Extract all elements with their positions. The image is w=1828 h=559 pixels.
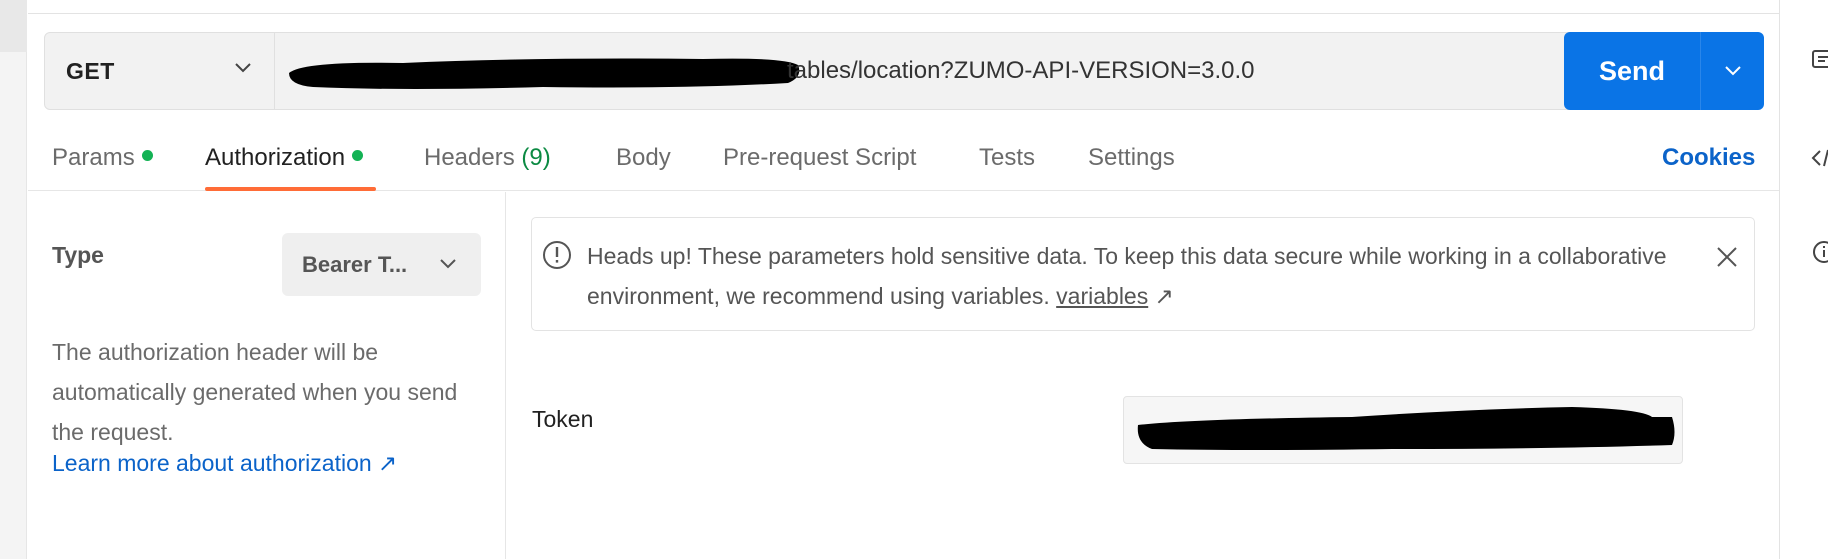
- header-count: (9): [521, 144, 551, 171]
- sensitive-data-notice: Heads up! These parameters hold sensitiv…: [531, 217, 1755, 331]
- token-input[interactable]: [1123, 396, 1683, 464]
- tab-label: Params: [52, 144, 135, 171]
- request-tabs: Params Authorization Headers (9) Body Pr…: [28, 130, 1779, 191]
- send-button[interactable]: Send: [1564, 32, 1700, 110]
- tab-body[interactable]: Body: [616, 144, 671, 172]
- tab-label: Pre-request Script: [723, 144, 917, 171]
- tab-tests[interactable]: Tests: [979, 144, 1035, 172]
- tab-label: Settings: [1088, 144, 1175, 171]
- tab-params[interactable]: Params: [52, 144, 153, 172]
- type-label: Type: [52, 242, 104, 268]
- url-text: tables/location?ZUMO-API-VERSION=3.0.0: [787, 57, 1255, 84]
- tab-headers[interactable]: Headers (9): [424, 144, 551, 172]
- chevron-down-icon: [1724, 66, 1741, 76]
- auth-type-value: Bearer T...: [302, 251, 408, 277]
- send-button-group: Send: [1564, 32, 1764, 110]
- learn-more-link[interactable]: Learn more about authorization ↗: [52, 450, 397, 477]
- auth-help-text: The authorization header will be automat…: [52, 339, 458, 445]
- top-divider: [28, 13, 1779, 14]
- info-icon[interactable]: [1810, 240, 1828, 264]
- chevron-down-icon: [440, 259, 456, 269]
- close-icon[interactable]: [1712, 242, 1742, 272]
- tab-label: Headers: [424, 144, 515, 171]
- request-editor: GET tables/location?ZUMO-API-VERSION=3.0…: [28, 0, 1779, 559]
- variables-link[interactable]: variables: [1056, 283, 1148, 309]
- gutter-notch: [0, 0, 27, 52]
- active-tab-indicator: [205, 187, 376, 191]
- tab-label: Tests: [979, 144, 1036, 171]
- left-gutter: [0, 0, 27, 559]
- cookies-link[interactable]: Cookies: [1662, 144, 1755, 172]
- right-sidebar: [1779, 0, 1828, 559]
- tab-authorization[interactable]: Authorization: [205, 144, 364, 172]
- tab-settings[interactable]: Settings: [1088, 144, 1175, 172]
- tab-label: Authorization: [205, 144, 346, 171]
- method-select[interactable]: GET: [45, 33, 275, 109]
- tab-label: Body: [616, 144, 671, 171]
- status-dot: [352, 150, 364, 162]
- code-icon[interactable]: [1810, 146, 1828, 170]
- send-options-button[interactable]: [1701, 32, 1764, 110]
- method-label: GET: [66, 57, 115, 84]
- status-dot: [141, 150, 153, 162]
- chevron-down-icon: [235, 63, 251, 73]
- notice-text: Heads up! These parameters hold sensitiv…: [587, 236, 1667, 316]
- comment-icon[interactable]: [1810, 48, 1828, 72]
- url-bar: GET tables/location?ZUMO-API-VERSION=3.0…: [44, 32, 1574, 110]
- external-link-icon: ↗: [1154, 283, 1174, 309]
- token-label: Token: [532, 406, 594, 432]
- auth-type-select[interactable]: Bearer T...: [282, 233, 481, 296]
- tab-pre-request-script[interactable]: Pre-request Script: [723, 144, 916, 172]
- redaction-mark: [289, 58, 800, 89]
- redaction-mark: [1137, 407, 1675, 450]
- url-input[interactable]: tables/location?ZUMO-API-VERSION=3.0.0: [275, 33, 1573, 109]
- auth-type-panel: Type Bearer T... The authorization heade…: [28, 192, 506, 559]
- info-alert-icon: [543, 241, 571, 269]
